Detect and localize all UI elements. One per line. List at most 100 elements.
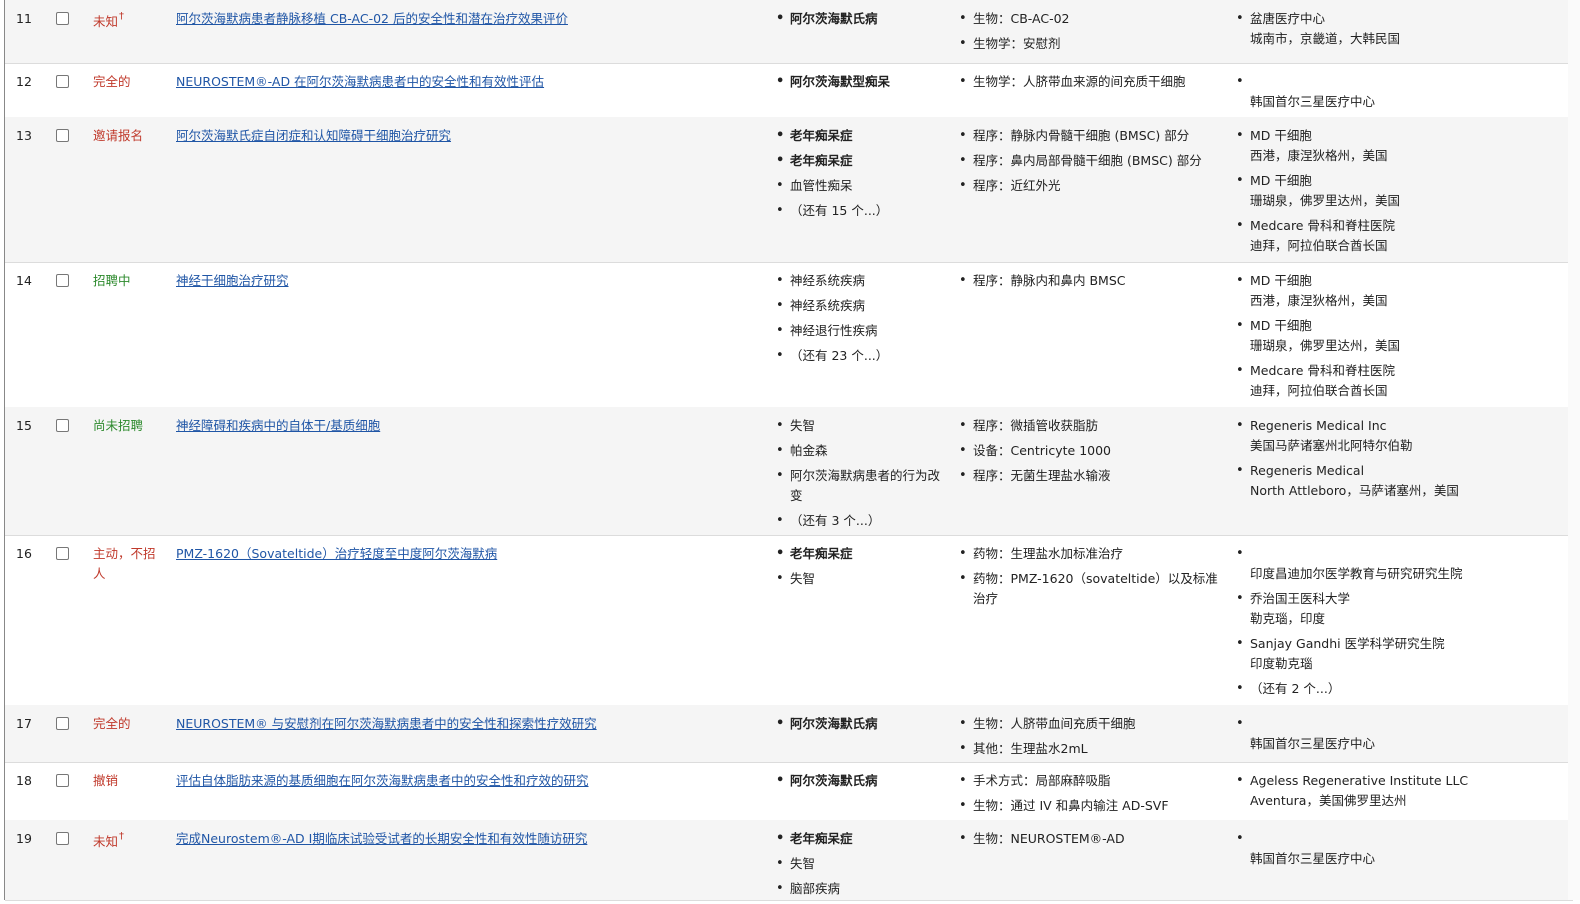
row-checkbox[interactable] <box>56 75 69 88</box>
locations-list: MD 干细胞西港，康涅狄格州，美国MD 干细胞珊瑚泉，佛罗里达州，美国Medca… <box>1236 271 1566 406</box>
location-item: 印度昌迪加尔医学教育与研究研究生院 <box>1236 544 1566 584</box>
row-number: 13 <box>16 128 32 143</box>
row-number: 17 <box>16 716 32 731</box>
study-title-link[interactable]: NEUROSTEM®-AD 在阿尔茨海默病患者中的安全性和有效性评估 <box>176 72 736 92</box>
row-checkbox[interactable] <box>56 717 69 730</box>
locations-list: MD 干细胞西港，康涅狄格州，美国 MD 干细胞珊瑚泉，佛罗里达州，美国 Medca… <box>1236 126 1566 261</box>
table-row: 16 主动，不招人 PMZ-1620（Sovateltide）治疗轻度至中度阿尔茨海… <box>5 535 1573 706</box>
condition-item: 阿尔茨海默型痴呆 <box>776 72 951 92</box>
row-checkbox[interactable] <box>56 274 69 287</box>
locations-list: Regeneris Medical Inc美国马萨诸塞州北阿特尔伯勒Regene… <box>1236 416 1566 506</box>
study-title-link[interactable]: 阿尔茨海默病患者静脉移植 CB-AC-02 后的安全性和潜在治疗效果评价 <box>176 9 736 29</box>
interventions-list: 生物学：人脐带血来源的间充质干细胞 <box>959 72 1229 97</box>
interventions-list: 程序：静脉内骨髓干细胞 (BMSC) 部分程序：鼻内局部骨髓干细胞 (BMSC)… <box>959 126 1229 201</box>
study-title-link[interactable]: 评估自体脂肪来源的基质细胞在阿尔茨海默病患者中的安全性和疗效的研究 <box>176 771 736 791</box>
study-title-link[interactable]: 神经障碍和疾病中的自体干/基质细胞 <box>176 416 736 436</box>
location-place: 西港，康涅狄格州，美国 <box>1250 293 1388 308</box>
location-item: MD 干细胞西港，康涅狄格州，美国 <box>1236 271 1566 311</box>
intervention-item: 程序：微插管收获脂肪 <box>959 416 1229 436</box>
vertical-scrollbar[interactable] <box>1568 0 1580 900</box>
location-name: MD 干细胞 <box>1250 318 1312 333</box>
locations-list: Ageless Regenerative Institute LLC Aventu… <box>1236 771 1566 816</box>
condition-item: 帕金森 <box>776 441 951 461</box>
location-place: 韩国首尔三星医疗中心 <box>1250 736 1376 751</box>
status-text: 撤销 <box>93 773 119 788</box>
status-label: 完全的 <box>93 72 163 92</box>
location-item: MD 干细胞珊瑚泉，佛罗里达州，美国 <box>1236 171 1566 211</box>
row-checkbox[interactable] <box>56 832 69 845</box>
location-name: 盆唐医疗中心 <box>1250 11 1326 26</box>
conditions-list: 阿尔茨海默氏病 <box>776 771 951 796</box>
row-checkbox[interactable] <box>56 419 69 432</box>
location-name: Ageless Regenerative Institute LLC <box>1250 773 1469 788</box>
locations-list: 韩国首尔三星医疗中心 <box>1236 829 1566 874</box>
condition-item: （还有 15 个...） <box>776 201 951 221</box>
location-name: Medcare 骨科和脊柱医院 <box>1250 218 1395 233</box>
interventions-list: 程序：微插管收获脂肪设备：Centricyte 1000 程序：无菌生理盐水输液 <box>959 416 1229 491</box>
table-row: 14招聘中神经干细胞治疗研究神经系统疾病神经系统疾病神经退行性疾病（还有 23 … <box>5 262 1573 408</box>
condition-item: 脑部疾病 <box>776 879 951 899</box>
row-checkbox[interactable] <box>56 12 69 25</box>
intervention-item: 程序：鼻内局部骨髓干细胞 (BMSC) 部分 <box>959 151 1229 171</box>
row-checkbox[interactable] <box>56 547 69 560</box>
intervention-item: 设备：Centricyte 1000 <box>959 441 1229 461</box>
condition-item: 老年痴呆症 <box>776 544 951 564</box>
condition-item: （还有 23 个...） <box>776 346 951 366</box>
table-row: 11 未知† 阿尔茨海默病患者静脉移植 CB-AC-02 后的安全性和潜在治疗效果评… <box>5 0 1573 64</box>
location-item: 韩国首尔三星医疗中心 <box>1236 829 1566 869</box>
status-text: 主动，不招人 <box>93 546 156 581</box>
row-checkbox[interactable] <box>56 129 69 142</box>
location-item: Regeneris Medical North Attleboro，马萨诸塞州，美… <box>1236 461 1566 501</box>
status-label: 完全的 <box>93 714 163 734</box>
condition-item: 阿尔茨海默氏病 <box>776 771 951 791</box>
location-place: Aventura，美国佛罗里达州 <box>1250 793 1407 808</box>
study-title-link[interactable]: 完成Neurostem®-AD I期临床试验受试者的长期安全性和有效性随访研究 <box>176 829 736 849</box>
location-name: Regeneris Medical Inc <box>1250 418 1387 433</box>
location-item: Regeneris Medical Inc 美国马萨诸塞州北阿特尔伯勒 <box>1236 416 1566 456</box>
location-place: 迪拜，阿拉伯联合酋长国 <box>1250 383 1388 398</box>
location-place: 印度勒克瑙 <box>1250 656 1313 671</box>
interventions-list: 手术方式：局部麻醉吸脂生物：通过 IV 和鼻内输注 AD-SVF <box>959 771 1229 821</box>
location-item: （还有 2 个...） <box>1236 679 1566 699</box>
study-title-link[interactable]: PMZ-1620（Sovateltide）治疗轻度至中度阿尔茨海默病 <box>176 544 736 564</box>
location-place: 韩国首尔三星医疗中心 <box>1250 851 1376 866</box>
intervention-item: 生物：NEUROSTEM®-AD <box>959 829 1229 849</box>
location-name: MD 干细胞 <box>1250 128 1312 143</box>
study-title-link[interactable]: 阿尔茨海默氏症自闭症和认知障碍干细胞治疗研究 <box>176 126 736 146</box>
condition-item: （还有 3 个...） <box>776 511 951 531</box>
location-item: Medcare 骨科和脊柱医院迪拜，阿拉伯联合酋长国 <box>1236 216 1566 256</box>
interventions-list: 生物：NEUROSTEM®-AD <box>959 829 1229 854</box>
intervention-item: 其他：生理盐水2mL <box>959 739 1229 759</box>
condition-item: 阿尔茨海默病患者的行为改变 <box>776 466 951 506</box>
location-item: 盆唐医疗中心城南市，京畿道，大韩民国 <box>1236 9 1566 49</box>
condition-item: 阿尔茨海默氏病 <box>776 714 951 734</box>
location-place: 珊瑚泉，佛罗里达州，美国 <box>1250 193 1401 208</box>
conditions-list: 神经系统疾病神经系统疾病神经退行性疾病 （还有 23 个...） <box>776 271 951 371</box>
conditions-list: 老年痴呆症老年痴呆症血管性痴呆（还有 15 个...） <box>776 126 951 226</box>
status-label: 尚未招聘 <box>93 416 163 436</box>
location-place: 珊瑚泉，佛罗里达州，美国 <box>1250 338 1401 353</box>
location-place: 勒克瑙，印度 <box>1250 611 1326 626</box>
row-number: 19 <box>16 831 32 846</box>
study-title-link[interactable]: NEUROSTEM® 与安慰剂在阿尔茨海默病患者中的安全性和探索性疗效研究 <box>176 714 736 734</box>
status-label: 撤销 <box>93 771 163 791</box>
location-place: 西港，康涅狄格州，美国 <box>1250 148 1388 163</box>
locations-list: 印度昌迪加尔医学教育与研究研究生院乔治国王医科大学勒克瑙，印度 Sanjay Ga… <box>1236 544 1566 704</box>
location-place: North Attleboro，马萨诸塞州，美国 <box>1250 483 1459 498</box>
location-item: 韩国首尔三星医疗中心 <box>1236 72 1566 112</box>
condition-item: 失智 <box>776 416 951 436</box>
interventions-list: 药物：生理盐水加标准治疗药物：PMZ-1620（sovateltide）以及标准… <box>959 544 1229 614</box>
status-text: 完全的 <box>93 716 131 731</box>
study-title-link[interactable]: 神经干细胞治疗研究 <box>176 271 736 291</box>
row-checkbox[interactable] <box>56 774 69 787</box>
condition-item: 血管性痴呆 <box>776 176 951 196</box>
location-name: （还有 2 个...） <box>1250 681 1341 696</box>
intervention-item: 生物：CB-AC-02 <box>959 9 1229 29</box>
location-item: Sanjay Gandhi 医学科学研究生院印度勒克瑙 <box>1236 634 1566 674</box>
interventions-list: 程序：静脉内和鼻内 BMSC <box>959 271 1229 296</box>
condition-item: 老年痴呆症 <box>776 829 951 849</box>
conditions-list: 阿尔茨海默氏病 <box>776 9 951 34</box>
status-label: 未知† <box>93 9 163 32</box>
status-dagger-mark: † <box>119 11 125 22</box>
status-text: 邀请报名 <box>93 128 144 143</box>
